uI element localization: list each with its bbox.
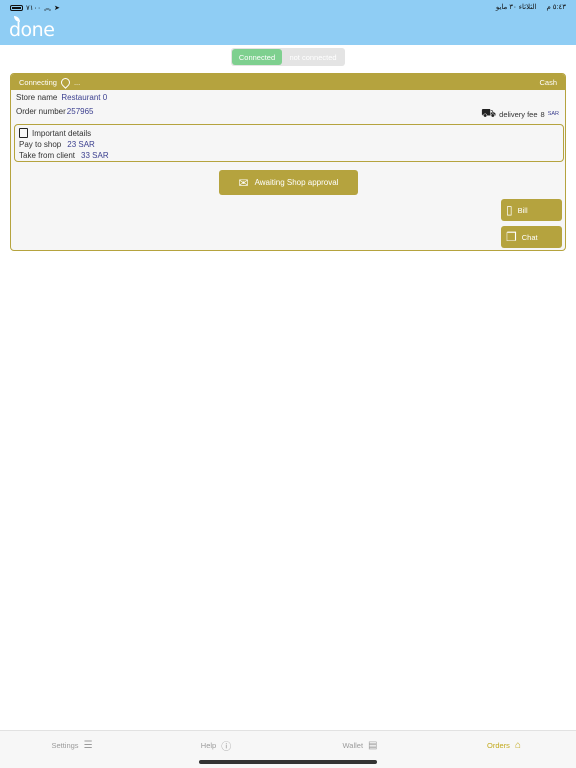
awaiting-approval-label: Awaiting Shop approval xyxy=(254,178,339,187)
status-time: ٥:٤٣ م xyxy=(546,4,566,11)
status-left: ٧١٠٠ ︽ ➤ xyxy=(10,3,60,13)
take-from-client-value: 33 SAR xyxy=(81,151,109,160)
important-details-box: Important details Pay to shop 23 SAR Tak… xyxy=(14,124,564,162)
tab-orders[interactable]: Orders ⌂ xyxy=(432,731,576,768)
bill-label: Bill xyxy=(517,205,528,215)
order-number-row: Order number 257965 xyxy=(16,107,94,116)
order-card-header: Connecting ... Cash xyxy=(11,74,565,90)
tab-wallet-label: Wallet xyxy=(342,741,364,750)
chat-button[interactable]: ❐ Chat xyxy=(501,226,562,248)
pay-to-shop-row: Pay to shop 23 SAR xyxy=(19,140,95,149)
chat-label: Chat xyxy=(521,232,538,242)
delivery-fee-value: 8 xyxy=(540,109,545,119)
store-name-row: Store name Restaurant 0 xyxy=(16,93,107,102)
payment-method: Cash xyxy=(539,77,557,87)
tab-settings[interactable]: Settings ☰ xyxy=(0,731,144,768)
battery-icon xyxy=(10,5,23,11)
connection-status: Connecting ... xyxy=(19,75,81,89)
store-name-value: Restaurant 0 xyxy=(61,93,108,102)
status-right: ٥:٤٣ م الثلاثاء ٣٠ مايو xyxy=(496,3,566,11)
chat-bubbles-icon: ❐ xyxy=(506,230,517,244)
home-indicator xyxy=(199,760,377,764)
connecting-label: Connecting xyxy=(19,77,57,87)
take-from-client-label: Take from client xyxy=(19,151,76,160)
tab-settings-label: Settings xyxy=(51,741,79,750)
order-number-label: Order number xyxy=(16,107,66,116)
truck-icon: ⛟ xyxy=(481,106,497,120)
order-card: Connecting ... Cash Store name Restauran… xyxy=(10,73,566,251)
tab-orders-label: Orders xyxy=(487,741,510,750)
toggle-not-connected[interactable]: not connected xyxy=(282,49,344,65)
important-details-title: Important details xyxy=(19,128,91,138)
connecting-ellipsis: ... xyxy=(73,77,81,87)
sliders-icon: ☰ xyxy=(83,740,93,751)
delivery-fee: ⛟ delivery fee 8 SAR xyxy=(481,106,559,122)
status-bar: ٧١٠٠ ︽ ➤ ٥:٤٣ م الثلاثاء ٣٠ مايو xyxy=(0,0,576,14)
pay-to-shop-label: Pay to shop xyxy=(19,140,62,149)
wallet-icon: ▤ xyxy=(368,740,378,751)
envelope-check-icon: ✉ xyxy=(238,175,249,190)
document-edit-icon xyxy=(19,128,28,138)
home-icon: ⌂ xyxy=(514,740,521,751)
connection-toggle: Connected not connected xyxy=(231,48,345,66)
store-name-label: Store name xyxy=(16,93,58,102)
wifi-icon: ︽ xyxy=(44,5,52,12)
details-title-text: Important details xyxy=(32,128,92,138)
receipt-icon: ▯ xyxy=(506,203,513,217)
delivery-fee-label: delivery fee xyxy=(499,109,538,119)
awaiting-approval-button[interactable]: ✉ Awaiting Shop approval xyxy=(219,170,358,195)
location-pin-icon xyxy=(59,75,72,89)
location-arrow-icon: ➤ xyxy=(54,5,60,12)
app-header: done xyxy=(0,14,576,45)
pay-to-shop-value: 23 SAR xyxy=(67,140,95,149)
status-date: الثلاثاء ٣٠ مايو xyxy=(495,4,537,11)
bill-button[interactable]: ▯ Bill xyxy=(501,199,562,221)
tab-help-label: Help xyxy=(200,741,217,750)
logo-text: done xyxy=(9,19,55,41)
take-from-client-row: Take from client 33 SAR xyxy=(19,151,109,160)
app-logo: done xyxy=(9,19,55,41)
order-number-value: 257965 xyxy=(66,107,94,116)
battery-text: ٧١٠٠ xyxy=(26,5,42,12)
delivery-fee-unit: SAR xyxy=(547,111,559,117)
toggle-connected[interactable]: Connected xyxy=(232,49,282,65)
info-icon: ⓘ xyxy=(221,742,232,753)
